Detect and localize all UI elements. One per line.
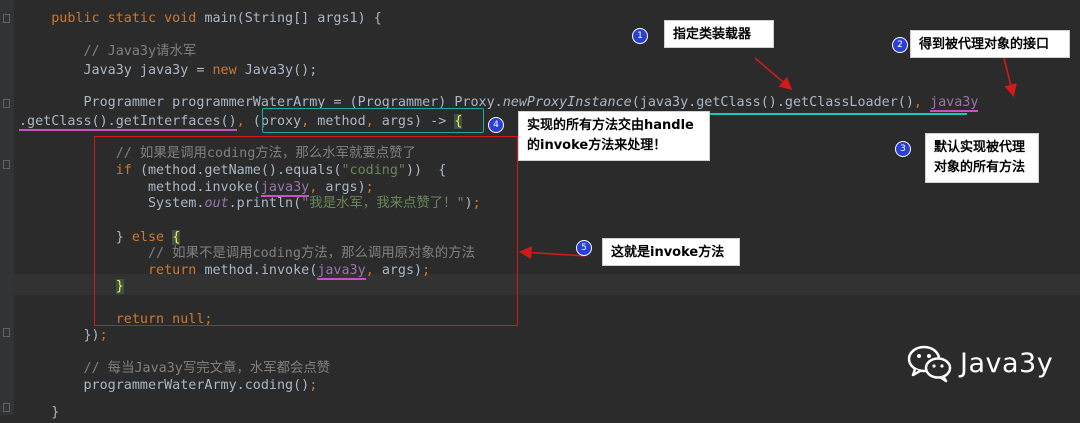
badge-5: 5 — [576, 240, 592, 256]
callout-invoke: 这就是invoke方法 — [602, 238, 740, 266]
badge-1: 1 — [632, 28, 648, 44]
watermark-text: Java3y — [960, 347, 1054, 379]
callout-handler: 实现的所有方法交由handle的invoke方法来处理！ — [518, 111, 710, 161]
badge-4: 4 — [488, 117, 504, 133]
wechat-icon — [907, 345, 952, 383]
callout-interfaces: 得到被代理对象的接口 — [910, 30, 1070, 58]
callout-classloader: 指定类装载器 — [664, 20, 774, 48]
badge-2: 2 — [892, 37, 908, 53]
callout-implement-all: 默认实现被代理对象的所有方法 — [925, 133, 1039, 183]
watermark: Java3y — [906, 343, 1053, 383]
badge-3: 3 — [895, 141, 911, 157]
